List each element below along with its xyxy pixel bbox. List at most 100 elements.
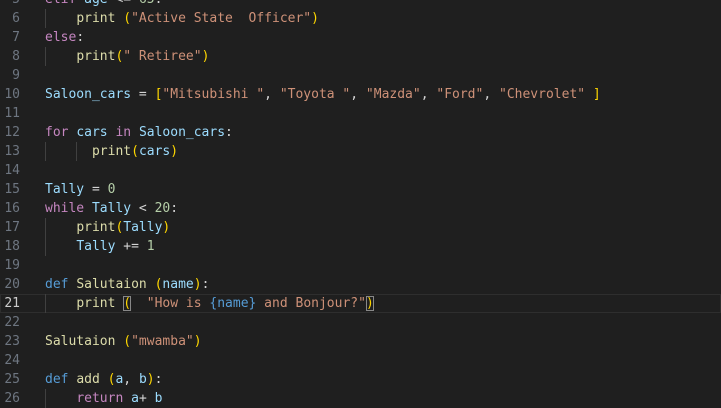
code-line[interactable]: 19 bbox=[0, 256, 721, 275]
token-fn: Salutaion bbox=[45, 334, 116, 349]
line-number: 25 bbox=[4, 372, 20, 387]
code-text: Tally = 0 bbox=[45, 180, 115, 199]
token-b1: ) bbox=[162, 220, 171, 235]
line-number: 13 bbox=[4, 144, 20, 159]
code-text: print(Tally) bbox=[45, 218, 170, 237]
token-op bbox=[45, 49, 76, 64]
token-num: 65 bbox=[139, 0, 155, 7]
line-number: 9 bbox=[12, 68, 20, 83]
code-line[interactable]: 8 print(" Retiree") bbox=[0, 47, 721, 66]
token-op bbox=[45, 391, 76, 406]
token-b1: ) bbox=[170, 144, 179, 159]
token-str: "Active State Officer" bbox=[131, 11, 312, 26]
code-line[interactable]: 21 print ( "How is {name} and Bonjour?") bbox=[0, 294, 721, 313]
token-num: 1 bbox=[146, 239, 155, 254]
token-op: , bbox=[483, 87, 499, 102]
token-op: : bbox=[76, 30, 85, 45]
code-text: Saloon_cars = ["Mitsubishi ", "Toyota ",… bbox=[45, 85, 601, 104]
token-var: age bbox=[76, 0, 115, 7]
code-line[interactable]: 10 Saloon_cars = ["Mitsubishi ", "Toyota … bbox=[0, 85, 721, 104]
code-text: def Salutaion (name): bbox=[45, 275, 209, 294]
token-op bbox=[131, 296, 147, 311]
token-b1: ] bbox=[592, 87, 601, 102]
token-op: : bbox=[170, 201, 179, 216]
token-op bbox=[45, 239, 76, 254]
line-number: 6 bbox=[12, 11, 20, 26]
token-var: Saloon_cars bbox=[45, 87, 132, 102]
token-op bbox=[45, 296, 76, 311]
token-b1: ) bbox=[193, 277, 202, 292]
code-line[interactable]: 18 Tally += 1 bbox=[0, 237, 721, 256]
token-op: , bbox=[350, 87, 366, 102]
code-text: while Tally < 20: bbox=[45, 199, 178, 218]
token-op: <= bbox=[115, 0, 131, 7]
line-number: 12 bbox=[4, 125, 20, 140]
token-var: cars bbox=[138, 144, 171, 159]
token-op bbox=[100, 372, 108, 387]
token-b1: ) bbox=[146, 372, 155, 387]
token-str: "mwamba" bbox=[131, 334, 194, 349]
token-var: Tally bbox=[123, 220, 163, 235]
token-var: Tally bbox=[91, 201, 132, 216]
token-op: = bbox=[131, 87, 155, 102]
token-kw: in bbox=[115, 125, 132, 140]
code-line[interactable]: 7 else: bbox=[0, 28, 721, 47]
code-line[interactable]: 12 for cars in Saloon_cars: bbox=[0, 123, 721, 142]
token-b1: ( bbox=[131, 144, 139, 159]
code-line[interactable]: 25 def add (a, b): bbox=[0, 370, 721, 389]
token-def: def bbox=[45, 372, 69, 387]
token-op: , bbox=[123, 372, 139, 387]
code-line[interactable]: 9 bbox=[0, 66, 721, 85]
token-str: "Ford" bbox=[436, 87, 484, 102]
token-op: + bbox=[138, 391, 155, 406]
line-number: 17 bbox=[4, 220, 20, 235]
token-fn: print bbox=[91, 144, 132, 159]
line-number: 24 bbox=[4, 353, 20, 368]
code-line[interactable]: 22 bbox=[0, 313, 721, 332]
code-line[interactable]: 23 Salutaion ("mwamba") bbox=[0, 332, 721, 351]
code-line[interactable]: 17 print(Tally) bbox=[0, 218, 721, 237]
token-b1: ) bbox=[311, 11, 319, 26]
token-op bbox=[45, 11, 76, 26]
code-text: for cars in Saloon_cars: bbox=[45, 123, 233, 142]
token-op bbox=[45, 144, 92, 159]
token-kw: while bbox=[45, 201, 85, 216]
token-op: : bbox=[155, 0, 163, 7]
matched-bracket: ( bbox=[123, 296, 132, 311]
token-str: "Toyota " bbox=[279, 87, 351, 102]
code-line[interactable]: 15 Tally = 0 bbox=[0, 180, 721, 199]
code-line[interactable]: 5 elif age <= 65: bbox=[0, 0, 721, 9]
token-kw: else bbox=[45, 30, 77, 45]
token-str: "Chevrolet" bbox=[499, 87, 586, 102]
line-number: 14 bbox=[4, 163, 20, 178]
token-op: : bbox=[201, 277, 210, 292]
token-op bbox=[585, 87, 593, 102]
line-number: 22 bbox=[4, 315, 20, 330]
token-kw: for bbox=[45, 125, 69, 140]
line-number: 26 bbox=[4, 391, 20, 406]
code-editor[interactable]: 5elif age <= 65:6 print ("Active State O… bbox=[0, 0, 721, 408]
code-line[interactable]: 16 while Tally < 20: bbox=[0, 199, 721, 218]
token-b1: ( bbox=[123, 11, 132, 26]
token-def: def bbox=[45, 277, 69, 292]
token-kw: return bbox=[76, 391, 124, 406]
line-number: 20 bbox=[4, 277, 20, 292]
token-interp: {name} bbox=[209, 296, 257, 311]
token-num: 20 bbox=[154, 201, 171, 216]
code-line[interactable]: 13 print(cars) bbox=[0, 142, 721, 161]
token-op: , bbox=[420, 87, 437, 102]
code-line[interactable]: 20 def Salutaion (name): bbox=[0, 275, 721, 294]
line-number: 18 bbox=[4, 239, 20, 254]
code-text: elif age <= 65: bbox=[45, 0, 162, 9]
token-str: "Mitsubishi " bbox=[162, 87, 265, 102]
token-fn: print bbox=[76, 11, 116, 26]
code-line[interactable]: 11 bbox=[0, 104, 721, 123]
code-line[interactable]: 6 print ("Active State Officer") bbox=[0, 9, 721, 28]
token-fn: print bbox=[76, 296, 116, 311]
line-number: 15 bbox=[4, 182, 20, 197]
code-line[interactable]: 26 return a+ b bbox=[0, 389, 721, 408]
token-var: cars bbox=[76, 125, 108, 140]
code-line[interactable]: 24 bbox=[0, 351, 721, 370]
code-text: print(" Retiree") bbox=[45, 47, 209, 66]
code-line[interactable]: 14 bbox=[0, 161, 721, 180]
